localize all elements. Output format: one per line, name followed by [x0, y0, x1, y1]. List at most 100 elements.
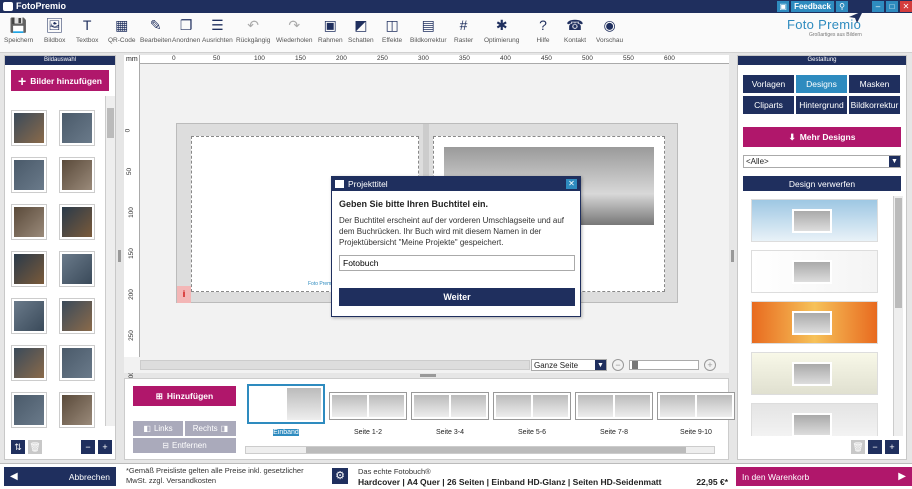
zoom-slider[interactable]: [629, 360, 699, 370]
image-thumbnail[interactable]: [59, 204, 95, 240]
toolbar-grid-button[interactable]: # Raster: [454, 16, 473, 44]
zoom-out-icon[interactable]: −: [81, 440, 95, 454]
toolbar-undo-button[interactable]: ↶ Rückgängig: [236, 16, 270, 45]
toolbar-text-add-button[interactable]: T Textbox: [76, 16, 98, 44]
maximize-button[interactable]: □: [886, 1, 898, 12]
toolbar-qr-button[interactable]: ▦ QR-Code: [108, 16, 135, 45]
image-thumbnail[interactable]: [59, 298, 95, 334]
page-label[interactable]: Seite 1-2: [329, 429, 407, 436]
toolbar-image-add-button[interactable]: 🖼 Bildbox: [44, 16, 65, 45]
remove-pages-button[interactable]: ⊟ Entfernen: [133, 438, 236, 453]
trash-icon[interactable]: 🗑: [28, 440, 42, 454]
trash-icon[interactable]: 🗑: [851, 440, 865, 454]
page-label[interactable]: Einband: [273, 429, 299, 436]
zoom-in-icon[interactable]: +: [98, 440, 112, 454]
sort-icon[interactable]: ⇅: [11, 440, 25, 454]
dialog-close-button[interactable]: ✕: [566, 179, 577, 189]
continue-button[interactable]: Weiter: [339, 288, 575, 306]
zoom-out-icon[interactable]: −: [868, 440, 882, 454]
page-strip-scrollbar[interactable]: [245, 446, 715, 454]
image-thumbnail[interactable]: [59, 110, 95, 146]
image-list-scrollbar[interactable]: [105, 96, 115, 426]
toolbar-shadow-button[interactable]: ◩ Schatten: [348, 16, 374, 45]
design-filter-select[interactable]: <Alle> ▼: [743, 155, 901, 168]
gear-icon[interactable]: ⚙: [332, 468, 348, 484]
left-splitter[interactable]: [118, 250, 121, 262]
zoom-out-icon[interactable]: −: [612, 359, 624, 371]
zoom-in-icon[interactable]: +: [704, 359, 716, 371]
info-icon[interactable]: i: [177, 286, 191, 303]
toolbar-save-button[interactable]: 💾 Speichern: [4, 16, 33, 45]
image-thumbnail[interactable]: [11, 392, 47, 428]
horizontal-ruler: 0 50 100 150 200 250 300 350 400 450 500 550 600: [140, 55, 729, 64]
toolbar-help-button[interactable]: ? Hilfe: [534, 16, 552, 44]
image-thumbnail[interactable]: [59, 345, 95, 381]
page-label[interactable]: Seite 3-4: [411, 429, 489, 436]
tab-bildkorrektur[interactable]: Bildkorrektur: [849, 96, 900, 114]
photo-slot: [792, 413, 832, 436]
image-thumbnail[interactable]: [11, 157, 47, 193]
add-images-button[interactable]: + Bilder hinzufügen: [11, 70, 109, 91]
image-thumbnail[interactable]: [11, 298, 47, 334]
design-thumbnail[interactable]: [751, 352, 878, 395]
toolbar-align-button[interactable]: ☰ Ausrichten: [202, 16, 233, 45]
more-designs-button[interactable]: ⬇ Mehr Designs: [743, 127, 901, 147]
image-thumbnail[interactable]: [59, 157, 95, 193]
tab-vorlagen[interactable]: Vorlagen: [743, 75, 794, 93]
zoom-select[interactable]: Ganze Seite ▼: [531, 359, 607, 371]
zoom-in-icon[interactable]: +: [885, 440, 899, 454]
design-thumbnail[interactable]: [751, 250, 878, 293]
close-button[interactable]: ✕: [900, 1, 912, 12]
discard-design-button[interactable]: Design verwerfen: [743, 176, 901, 191]
toolbar-redo-button[interactable]: ↷ Wiederholen: [276, 16, 313, 45]
design-list-scrollbar[interactable]: [893, 196, 903, 436]
image-thumbnail[interactable]: [59, 251, 95, 287]
page-spread-thumbnail[interactable]: [329, 392, 407, 420]
move-left-button[interactable]: ◧ Links: [133, 421, 183, 436]
horizontal-scrollbar[interactable]: [140, 360, 530, 370]
search-icon[interactable]: ⚲: [836, 1, 848, 12]
page-spread-thumbnail[interactable]: [657, 392, 735, 420]
add-pages-button[interactable]: ⊞ Hinzufügen: [133, 386, 236, 406]
cancel-button[interactable]: ◀ Abbrechen: [4, 467, 116, 486]
page-spread-thumbnail[interactable]: [493, 392, 571, 420]
toolbar-eye-button[interactable]: ◉ Vorschau: [596, 16, 623, 45]
image-thumbnail[interactable]: [11, 251, 47, 287]
toolbar-edit-button[interactable]: ✎ Bearbeiten: [140, 16, 171, 45]
design-thumbnail[interactable]: [751, 403, 878, 436]
image-thumbnail[interactable]: [11, 204, 47, 240]
toolbar-correction-button[interactable]: ▤ Bildkorrektur: [410, 16, 446, 45]
right-splitter[interactable]: [731, 250, 734, 262]
page-spread-thumbnail[interactable]: [575, 392, 653, 420]
tab-cliparts[interactable]: Cliparts: [743, 96, 794, 114]
toolbar-arrange-button[interactable]: ❐ Anordnen: [172, 16, 200, 45]
page-label[interactable]: Seite 9-10: [657, 429, 735, 436]
book-title-input[interactable]: [339, 255, 575, 271]
tab-hintergrund[interactable]: Hintergrund: [796, 96, 847, 114]
feedback-button[interactable]: Feedback: [791, 1, 834, 12]
page-label[interactable]: Seite 7-8: [575, 429, 653, 436]
page-label[interactable]: Seite 5-6: [493, 429, 571, 436]
design-thumbnail[interactable]: [751, 199, 878, 242]
cover-spread-thumbnail[interactable]: [247, 384, 325, 424]
design-thumbnail[interactable]: [751, 301, 878, 344]
toolbar-optimize-button[interactable]: ✱ Optimierung: [484, 16, 519, 45]
design-scroll-thumb[interactable]: [895, 198, 902, 308]
toolbar-effects-button[interactable]: ◫ Effekte: [382, 16, 402, 45]
add-to-cart-button[interactable]: In den Warenkorb ▶: [736, 467, 912, 486]
toolbar-phone-button[interactable]: ☎ Kontakt: [564, 16, 586, 45]
image-thumbnail[interactable]: [11, 110, 47, 146]
image-thumbnail[interactable]: [11, 345, 47, 381]
zoom-slider-handle[interactable]: [632, 361, 638, 369]
tab-designs[interactable]: Designs: [796, 75, 847, 93]
page-strip-scroll-thumb[interactable]: [306, 447, 686, 453]
move-right-button[interactable]: Rechts ◨: [185, 421, 236, 436]
toolbar-frame-button[interactable]: ▣ Rahmen: [318, 16, 343, 45]
page-spread-thumbnail[interactable]: [411, 392, 489, 420]
minimize-button[interactable]: –: [872, 1, 884, 12]
image-thumbnail[interactable]: [59, 392, 95, 428]
tab-masken[interactable]: Masken: [849, 75, 900, 93]
bottom-splitter[interactable]: [420, 374, 436, 377]
camera-icon[interactable]: ▣: [777, 1, 790, 12]
scroll-thumb[interactable]: [107, 108, 114, 138]
